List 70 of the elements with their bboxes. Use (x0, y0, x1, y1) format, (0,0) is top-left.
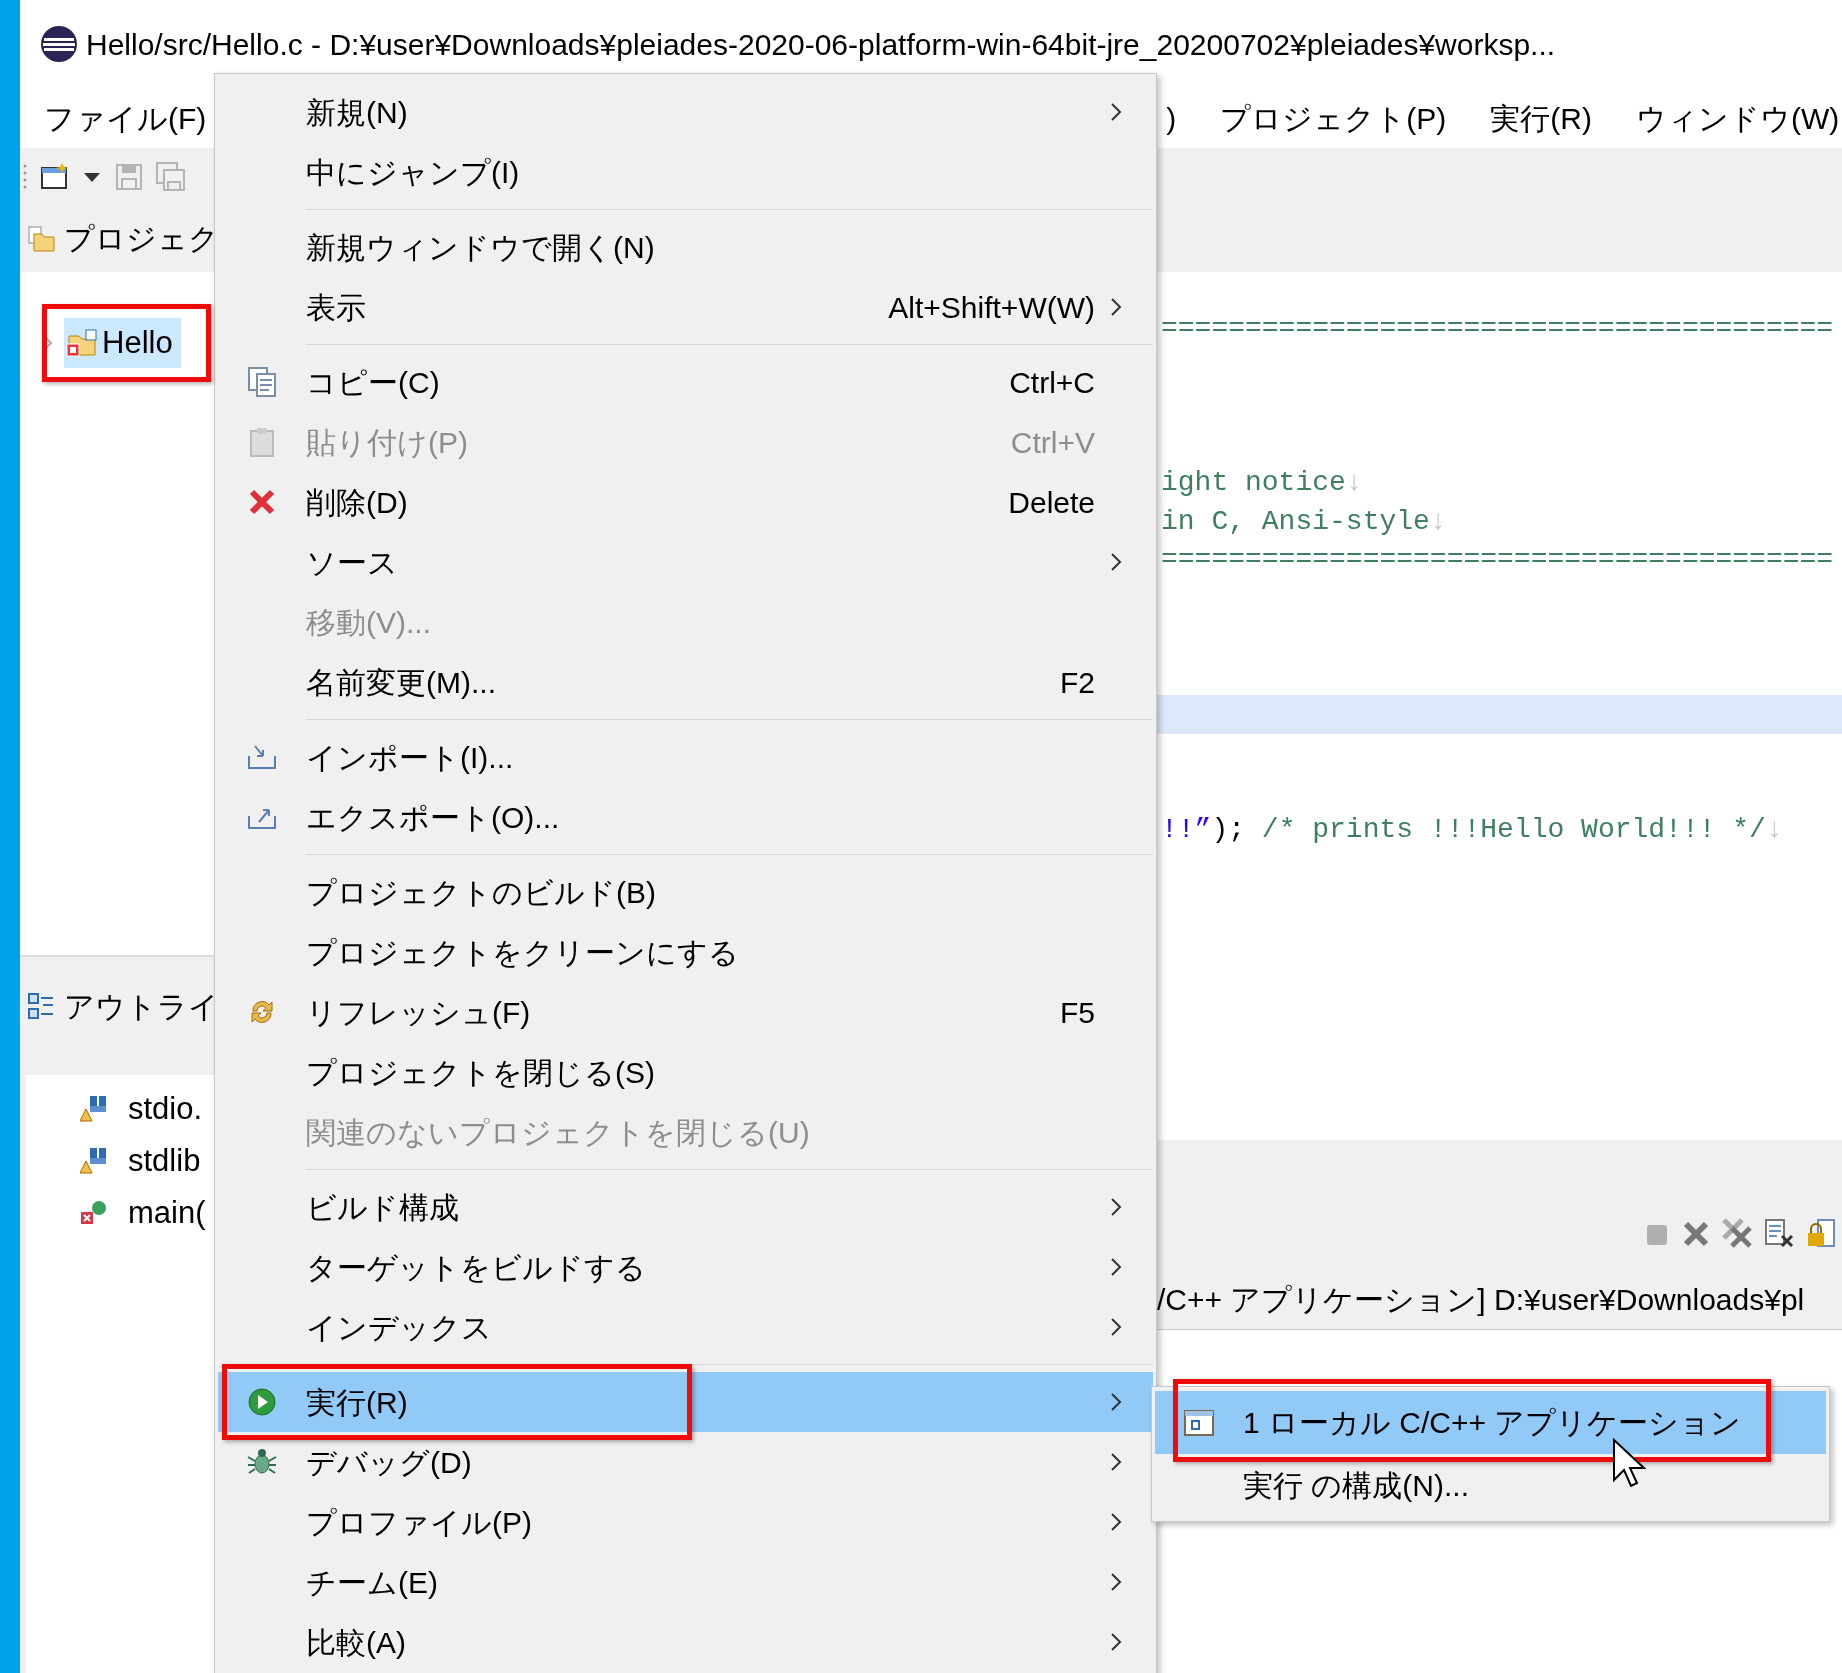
menu-item[interactable]: リフレッシュ(F) F5 (218, 982, 1153, 1042)
code-string: !!” (1161, 812, 1212, 847)
run-icon (247, 1387, 277, 1417)
outline-item[interactable]: stdio. (128, 1085, 203, 1133)
import-icon (247, 744, 277, 770)
clipboard-icon (248, 427, 276, 457)
code-comment: /* prints !!!Hello World!!! */ (1260, 812, 1766, 847)
application-window-icon (1184, 1409, 1214, 1436)
menu-item[interactable]: プロジェクトをクリーンにする (218, 922, 1153, 982)
mouse-cursor-icon (1612, 1438, 1646, 1488)
menu-item[interactable]: ファイル(F) (40, 95, 211, 141)
project-item[interactable]: Hello (64, 317, 181, 369)
console-label: /C++ アプリケーション] D:¥user¥Downloads¥pl (1157, 1282, 1805, 1318)
code-comment: ight notice (1161, 466, 1346, 500)
outline-item[interactable]: stdlib (128, 1137, 201, 1185)
include-warning-icon (80, 1147, 108, 1175)
app-logo-icon (40, 25, 78, 63)
menu-item[interactable]: 表示 Alt+Shift+W(W) (218, 277, 1153, 337)
menu-item[interactable]: プロジェクトを閉じる(S) (218, 1042, 1153, 1102)
menu-item[interactable]: ウィンドウ(W) (1631, 95, 1842, 141)
code-text: ); (1211, 812, 1246, 847)
code-comment: in C, Ansi-style (1161, 504, 1430, 539)
menu-item[interactable]: ビルド構成 (218, 1177, 1153, 1237)
menu-item[interactable]: 名前変更(M)... F2 (218, 652, 1153, 712)
shortcut-text: F2 (1060, 664, 1096, 701)
menu-item[interactable]: デバッグ(D) (218, 1432, 1153, 1492)
new-window-icon[interactable] (40, 161, 70, 192)
menu-item[interactable]: 新規ウィンドウで開く(N) (218, 217, 1153, 277)
menu-item[interactable]: プロジェクトのビルド(B) (218, 862, 1153, 922)
menu-item[interactable]: ターゲットをビルドする (218, 1237, 1153, 1297)
menu-item[interactable]: 新規(N) (218, 82, 1153, 142)
menu-item[interactable]: 削除(D) Delete (218, 472, 1153, 532)
menu-item[interactable]: インデックス (218, 1297, 1153, 1357)
menu-item[interactable]: 実行(R) (218, 1372, 1153, 1432)
menu-item[interactable]: 比較(A) (218, 1612, 1153, 1672)
shortcut-text: F5 (1060, 994, 1096, 1031)
menu-item[interactable]: インポート(I)... (218, 727, 1153, 787)
shortcut-text: Alt+Shift+W(W) (888, 289, 1096, 326)
line-end-mark: ↓ (1345, 466, 1363, 500)
menu-item[interactable]: プロジェクト(P) (1216, 95, 1451, 141)
code-comment: ======================================== (1161, 543, 1834, 577)
menu-item[interactable]: チーム(E) (218, 1552, 1153, 1612)
include-warning-icon (80, 1095, 108, 1123)
outline-item[interactable]: main( (128, 1189, 206, 1237)
menu-item[interactable]: コピー(C) Ctrl+C (218, 352, 1153, 412)
line-end-mark: ↓ (1429, 504, 1447, 539)
shortcut-text: Ctrl+V (1010, 424, 1096, 461)
code-comment: ======================================== (1161, 312, 1834, 346)
clear-document-icon[interactable] (1764, 1218, 1794, 1248)
lock-icon[interactable] (1806, 1218, 1836, 1248)
menu-item[interactable]: ) (1162, 95, 1181, 141)
double-cross-icon[interactable] (1722, 1218, 1752, 1248)
menu-item[interactable]: 実行(R) (1486, 95, 1596, 141)
line-end-mark: ↓ (1765, 812, 1783, 847)
window-title: Hello/src/Hello.c - D:¥user¥Downloads¥pleiades-2020-06-platform-win-64bit-jre_20200702¥pleiades¥worksp... (86, 26, 1556, 63)
menu-item[interactable]: 1 ローカル C/C++ アプリケーション (1155, 1391, 1826, 1454)
menu-item[interactable]: 中にジャンプ(I) (218, 142, 1153, 202)
close-icon[interactable] (1682, 1220, 1710, 1248)
shortcut-text: Ctrl+C (1009, 364, 1096, 401)
delete-icon (248, 488, 276, 516)
menu-item[interactable]: プロファイル(P) (218, 1492, 1153, 1552)
function-icon (80, 1199, 108, 1227)
bug-icon (246, 1447, 278, 1477)
menu-item[interactable]: エクスポート(O)... (218, 787, 1153, 847)
outline-icon (28, 992, 54, 1020)
folder-icon (28, 225, 56, 252)
project-folder-icon (66, 328, 98, 358)
menu-item[interactable]: ソース (218, 532, 1153, 592)
shortcut-text: Delete (1008, 484, 1096, 521)
copy-icon (248, 367, 276, 397)
